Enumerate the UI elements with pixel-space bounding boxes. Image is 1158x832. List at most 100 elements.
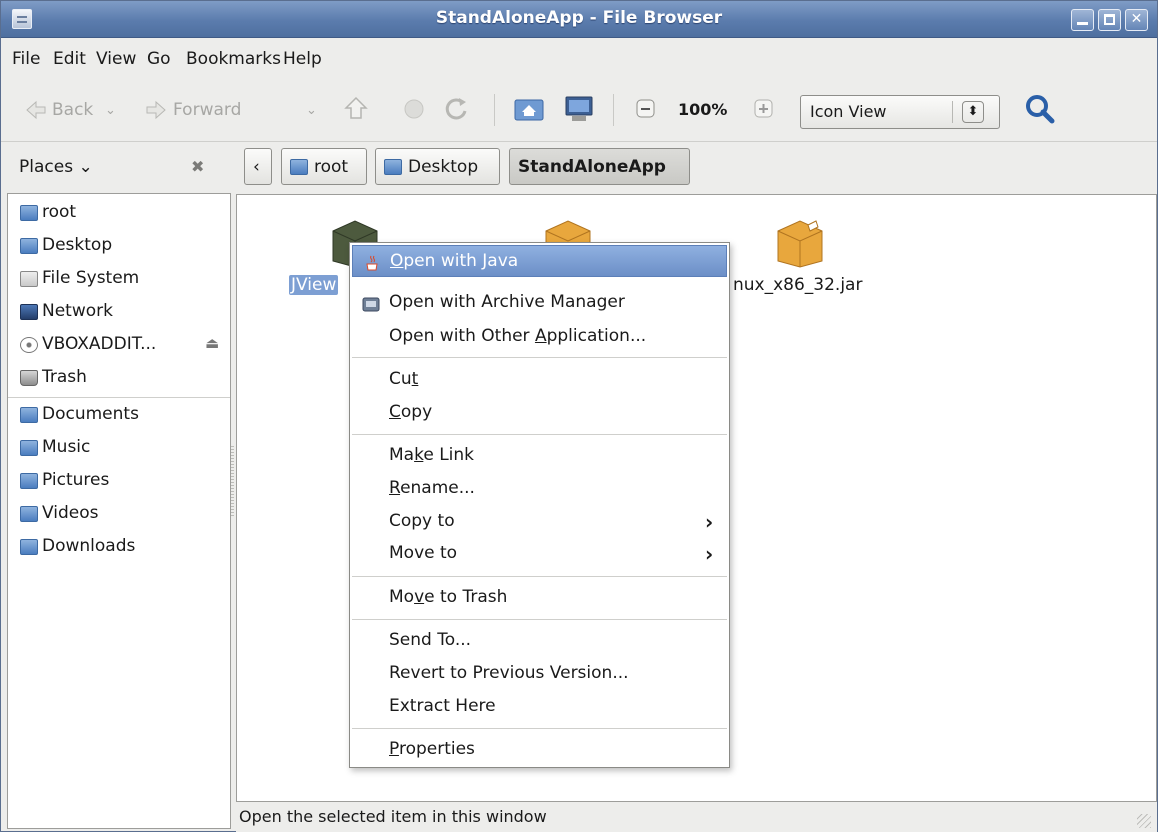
view-mode-value: Icon View — [810, 102, 887, 121]
menu-help[interactable]: Help — [283, 49, 322, 69]
places-sidebar: root Desktop File System Network VBOXADD… — [7, 193, 231, 829]
back-history-chevron-icon[interactable]: ⌄ — [105, 103, 116, 118]
menu-bookmarks[interactable]: Bookmarks — [186, 49, 281, 69]
sidebar-item-label: Network — [42, 301, 113, 321]
file-browser-window: StandAloneApp - File Browser File Edit V… — [0, 0, 1158, 832]
path-button-root[interactable]: root — [281, 148, 367, 185]
sidebar-item-label: Music — [42, 437, 91, 457]
menu-item-cut[interactable]: Cut — [352, 364, 727, 396]
menu-separator — [352, 728, 727, 729]
archive-manager-icon — [362, 297, 380, 312]
toolbar-separator — [613, 94, 614, 126]
path-button-label: StandAloneApp — [518, 157, 666, 177]
sidebar-item-vboxadditions[interactable]: VBOXADDIT... ⏏ — [20, 334, 230, 360]
menu-separator — [352, 434, 727, 435]
home-icon[interactable] — [513, 94, 544, 124]
menu-item-label: Send To... — [389, 630, 472, 650]
chevron-right-icon: › — [705, 510, 714, 534]
toolbar: Back ⌄ Forward ⌄ 100% Icon View ⬍ — [1, 80, 1157, 142]
forward-history-chevron-icon[interactable]: ⌄ — [306, 103, 317, 118]
eject-icon[interactable]: ⏏ — [205, 334, 219, 352]
updown-arrows-icon: ⬍ — [962, 101, 984, 123]
menu-item-label: Make Link — [389, 445, 475, 465]
menu-item-label: Open with Java — [390, 251, 519, 271]
sidebar-item-label: VBOXADDIT... — [42, 334, 157, 354]
menu-separator — [352, 357, 727, 358]
menu-item-revert-to-previous-version[interactable]: Revert to Previous Version... — [352, 658, 727, 690]
menu-item-open-with-archive-manager[interactable]: Open with Archive Manager — [352, 287, 727, 319]
title-bar[interactable]: StandAloneApp - File Browser — [1, 1, 1157, 38]
menu-item-label: Copy to — [389, 511, 455, 531]
close-button[interactable] — [1125, 9, 1148, 31]
path-button-standaloneapp[interactable]: StandAloneApp — [509, 148, 690, 185]
sidebar-divider — [8, 397, 230, 398]
path-scroll-left-button[interactable]: ‹ — [244, 148, 272, 185]
sidebar-item-label: Downloads — [42, 536, 136, 556]
sidebar-item-label: Trash — [42, 367, 87, 387]
reload-icon[interactable] — [441, 94, 471, 124]
places-header: Places ⌄ ✖ — [1, 143, 233, 191]
menu-item-label: Move to Trash — [389, 587, 508, 607]
menu-item-label: Rename... — [389, 478, 475, 498]
menu-item-label: Revert to Previous Version... — [389, 663, 629, 683]
window-title: StandAloneApp - File Browser — [435, 8, 723, 28]
forward-arrow-icon — [145, 100, 166, 120]
path-button-label: root — [314, 157, 349, 177]
desktop-folder-icon — [20, 238, 38, 254]
menu-go[interactable]: Go — [147, 49, 171, 69]
menu-bar: File Edit View Go Bookmarks Help — [1, 38, 1157, 80]
menu-item-extract-here[interactable]: Extract Here — [352, 691, 727, 723]
menu-item-label: Extract Here — [389, 696, 496, 716]
home-folder-icon — [290, 159, 308, 175]
chevron-down-icon: ⌄ — [78, 157, 93, 177]
maximize-button[interactable] — [1098, 9, 1121, 31]
chevron-right-icon: › — [705, 542, 714, 566]
menu-item-copy-to[interactable]: Copy to › — [352, 506, 727, 538]
disc-icon — [20, 337, 38, 353]
file-label-jview[interactable]: JView — [289, 275, 339, 295]
documents-folder-icon — [20, 407, 38, 423]
menu-item-move-to-trash[interactable]: Move to Trash — [352, 582, 727, 614]
menu-item-move-to[interactable]: Move to › — [352, 538, 727, 570]
file-label-linux-jar[interactable]: nux_x86_32.jar — [733, 275, 862, 295]
up-icon[interactable] — [341, 94, 371, 124]
menu-item-open-with-java[interactable]: Open with Java — [352, 245, 727, 277]
path-button-label: Desktop — [408, 157, 479, 177]
path-button-desktop[interactable]: Desktop — [375, 148, 500, 185]
zoom-out-icon[interactable] — [635, 98, 657, 120]
menu-edit[interactable]: Edit — [53, 49, 86, 69]
pane-splitter-handle[interactable] — [231, 446, 234, 516]
menu-item-open-with-other-application[interactable]: Open with Other Application... — [352, 321, 727, 353]
sidebar-item-label: Documents — [42, 404, 139, 424]
menu-item-label: Open with Other Application... — [389, 326, 647, 346]
menu-item-rename[interactable]: Rename... — [352, 473, 727, 505]
desktop-folder-icon — [384, 159, 402, 175]
toolbar-separator — [494, 94, 495, 126]
menu-item-make-link[interactable]: Make Link — [352, 440, 727, 472]
search-icon[interactable] — [1023, 92, 1057, 126]
zoom-in-icon[interactable] — [753, 98, 775, 120]
menu-item-properties[interactable]: Properties — [352, 734, 727, 766]
forward-button[interactable]: Forward — [173, 100, 241, 120]
computer-icon[interactable] — [563, 94, 593, 124]
drive-icon — [20, 271, 38, 287]
music-folder-icon — [20, 440, 38, 456]
menu-view[interactable]: View — [96, 49, 136, 69]
menu-item-copy[interactable]: Copy — [352, 397, 727, 429]
file-item-linux-jar[interactable] — [772, 213, 828, 269]
places-dropdown[interactable]: Places ⌄ — [19, 157, 93, 177]
resize-grip[interactable] — [1137, 814, 1151, 828]
menu-item-send-to[interactable]: Send To... — [352, 625, 727, 657]
sidebar-item-label: Pictures — [42, 470, 110, 490]
menu-item-label: Properties — [389, 739, 475, 759]
menu-file[interactable]: File — [12, 49, 40, 69]
back-button[interactable]: Back — [52, 100, 93, 120]
close-pane-icon[interactable]: ✖ — [191, 157, 204, 176]
menu-separator — [352, 619, 727, 620]
stop-icon[interactable] — [399, 94, 429, 124]
view-mode-select[interactable]: Icon View ⬍ — [800, 95, 1000, 129]
videos-folder-icon — [20, 506, 38, 522]
jar-file-icon — [777, 220, 823, 268]
back-arrow-icon — [25, 100, 46, 120]
minimize-button[interactable] — [1071, 9, 1094, 31]
